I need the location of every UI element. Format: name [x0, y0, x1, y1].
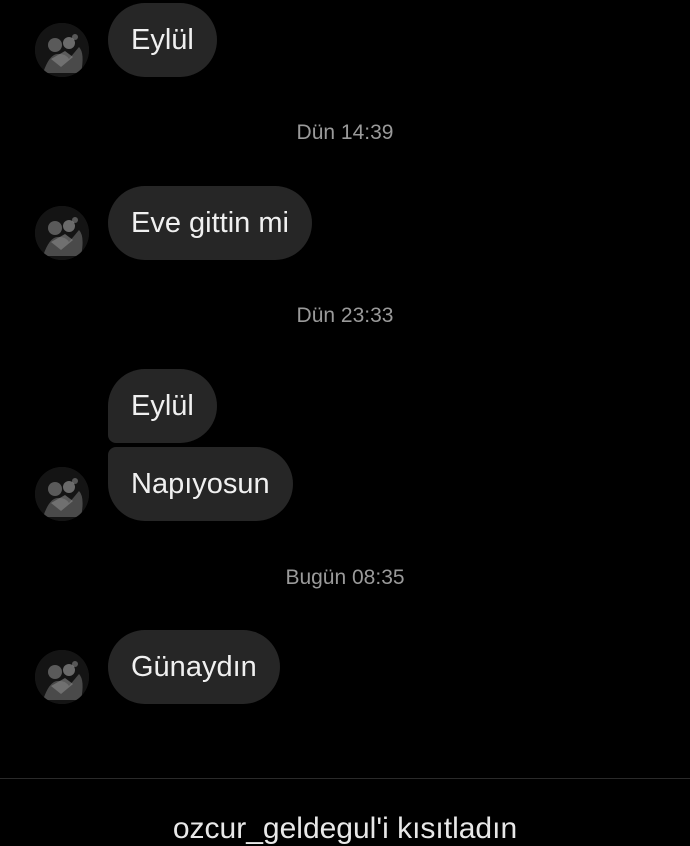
message-thread[interactable]: Eylül Dün 14:39 Eve gittin mi Dün 23:33 … — [0, 0, 690, 780]
contact-avatar[interactable] — [35, 206, 89, 260]
message-timestamp: Dün 23:33 — [296, 304, 394, 327]
contact-avatar[interactable] — [35, 467, 89, 521]
avatar-photo-icon — [35, 23, 89, 77]
message-timestamp: Dün 14:39 — [296, 121, 394, 144]
footer-divider — [0, 778, 690, 779]
restricted-notice: ozcur_geldegul'i kısıtladın — [172, 812, 518, 845]
contact-avatar[interactable] — [35, 650, 89, 704]
avatar-photo-icon — [35, 206, 89, 260]
message-timestamp: Bugün 08:35 — [285, 566, 405, 589]
message-bubble[interactable]: Napıyosun — [108, 447, 293, 521]
message-bubble[interactable]: Eve gittin mi — [108, 186, 312, 260]
contact-avatar[interactable] — [35, 23, 89, 77]
message-text: Eve gittin mi — [131, 206, 289, 239]
message-text: Eylül — [131, 23, 194, 56]
avatar-photo-icon — [35, 467, 89, 521]
message-bubble[interactable]: Eylül — [108, 369, 217, 443]
message-bubble[interactable]: Eylül — [108, 3, 217, 77]
message-text: Günaydın — [131, 650, 257, 683]
message-text: Eylül — [131, 389, 194, 422]
message-text: Napıyosun — [131, 467, 270, 500]
avatar-photo-icon — [35, 650, 89, 704]
message-bubble[interactable]: Günaydın — [108, 630, 280, 704]
